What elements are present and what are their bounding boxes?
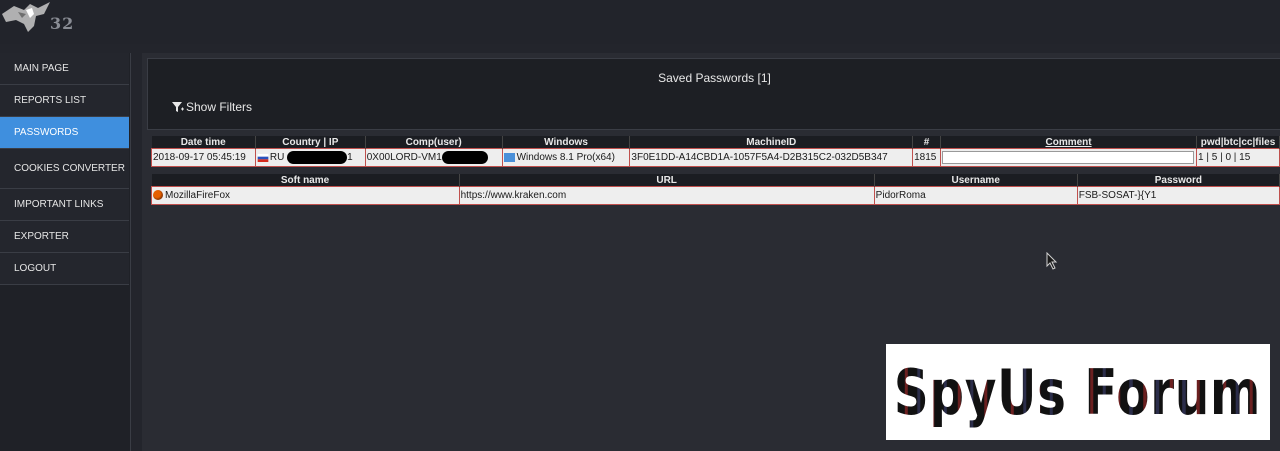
comp-name: 0X00LORD-VM1 — [366, 152, 442, 164]
col-number[interactable]: # — [912, 136, 942, 149]
cell-machine-id: 3F0E1DD-A14CBD1A-1057F5A4-D2B315C2-032D5… — [629, 148, 914, 167]
col-comp-user[interactable]: Comp(user) — [365, 136, 503, 149]
eagle-logo[interactable]: 32 — [0, 0, 80, 40]
sidebar-item-logout[interactable]: LOGOUT — [0, 253, 129, 285]
col-machine-id[interactable]: MachineID — [629, 136, 914, 149]
col-windows[interactable]: Windows — [502, 136, 631, 149]
col-password[interactable]: Password — [1077, 174, 1280, 187]
cell-comment — [940, 148, 1198, 167]
eagle-icon — [2, 2, 50, 32]
col-soft-name[interactable]: Soft name — [151, 174, 460, 187]
col-country-ip[interactable]: Country | IP — [255, 136, 366, 149]
saved-passwords-panel: Saved Passwords [1] Show Filters — [147, 58, 1280, 130]
col-url[interactable]: URL — [459, 174, 875, 187]
mouse-pointer-icon — [1046, 252, 1058, 270]
watermark-logo: SpyUs Forum — [886, 344, 1270, 440]
windows-icon — [503, 152, 515, 162]
cell-comp-user: 0X00LORD-VM1 — [364, 148, 503, 167]
panel-title: Saved Passwords [1] — [658, 71, 771, 85]
sidebar-item-main-page[interactable]: MAIN PAGE — [0, 53, 129, 85]
russia-flag-icon — [257, 153, 269, 162]
sidebar-item-exporter[interactable]: EXPORTER — [0, 221, 129, 253]
password-table: Soft name URL Username Password MozillaF… — [151, 174, 1280, 205]
sidebar-item-important-links[interactable]: IMPORTANT LINKS — [0, 189, 129, 221]
sidebar-item-cookies-converter[interactable]: COOKIES CONVERTER — [0, 149, 129, 189]
cell-counts: 1 | 5 | 0 | 15 — [1196, 148, 1280, 167]
watermark-text: SpyUs Forum — [894, 355, 1262, 429]
country-code: RU — [269, 152, 285, 164]
cell-windows: Windows 8.1 Pro(x64) — [501, 148, 631, 167]
filter-icon — [172, 102, 184, 112]
table-row[interactable]: 2018-09-17 05:45:19 RU 1 0X00LORD-VM1 Wi… — [151, 148, 1280, 167]
logo-number: 32 — [50, 14, 75, 33]
col-username[interactable]: Username — [874, 174, 1078, 187]
sidebar: MAIN PAGE REPORTS LIST PASSWORDS COOKIES… — [0, 53, 131, 451]
cell-username: PidorRoma — [873, 186, 1078, 205]
windows-version: Windows 8.1 Pro(x64) — [516, 152, 615, 163]
report-table: Date time Country | IP Comp(user) Window… — [151, 136, 1280, 167]
cell-password: FSB-SOSAT-}{Y1 — [1076, 186, 1280, 205]
ip-tail: 1 — [347, 152, 353, 164]
cell-datetime: 2018-09-17 05:45:19 — [151, 148, 256, 167]
top-bar: 32 — [0, 0, 1280, 44]
redaction-mark — [441, 151, 488, 164]
report-table-header: Date time Country | IP Comp(user) Window… — [151, 136, 1280, 149]
col-datetime[interactable]: Date time — [151, 136, 256, 149]
col-counts[interactable]: pwd|btc|cc|files — [1196, 136, 1280, 149]
soft-name: MozillaFireFox — [165, 190, 231, 201]
firefox-icon — [153, 190, 163, 201]
comment-input[interactable] — [942, 151, 1195, 164]
show-filters-button[interactable]: Show Filters — [172, 100, 252, 114]
cell-url: https://www.kraken.com — [458, 186, 875, 205]
cell-number: 1815 — [912, 148, 942, 167]
password-table-header: Soft name URL Username Password — [151, 174, 1280, 187]
table-row[interactable]: MozillaFireFox https://www.kraken.com Pi… — [151, 186, 1280, 205]
col-comment[interactable]: Comment — [940, 136, 1198, 149]
show-filters-label: Show Filters — [186, 100, 253, 114]
sidebar-item-reports-list[interactable]: REPORTS LIST — [0, 85, 129, 117]
cell-country-ip: RU 1 — [254, 148, 366, 167]
redaction-mark — [287, 151, 348, 164]
cell-soft-name: MozillaFireFox — [151, 186, 460, 205]
sidebar-item-passwords[interactable]: PASSWORDS — [0, 117, 129, 149]
